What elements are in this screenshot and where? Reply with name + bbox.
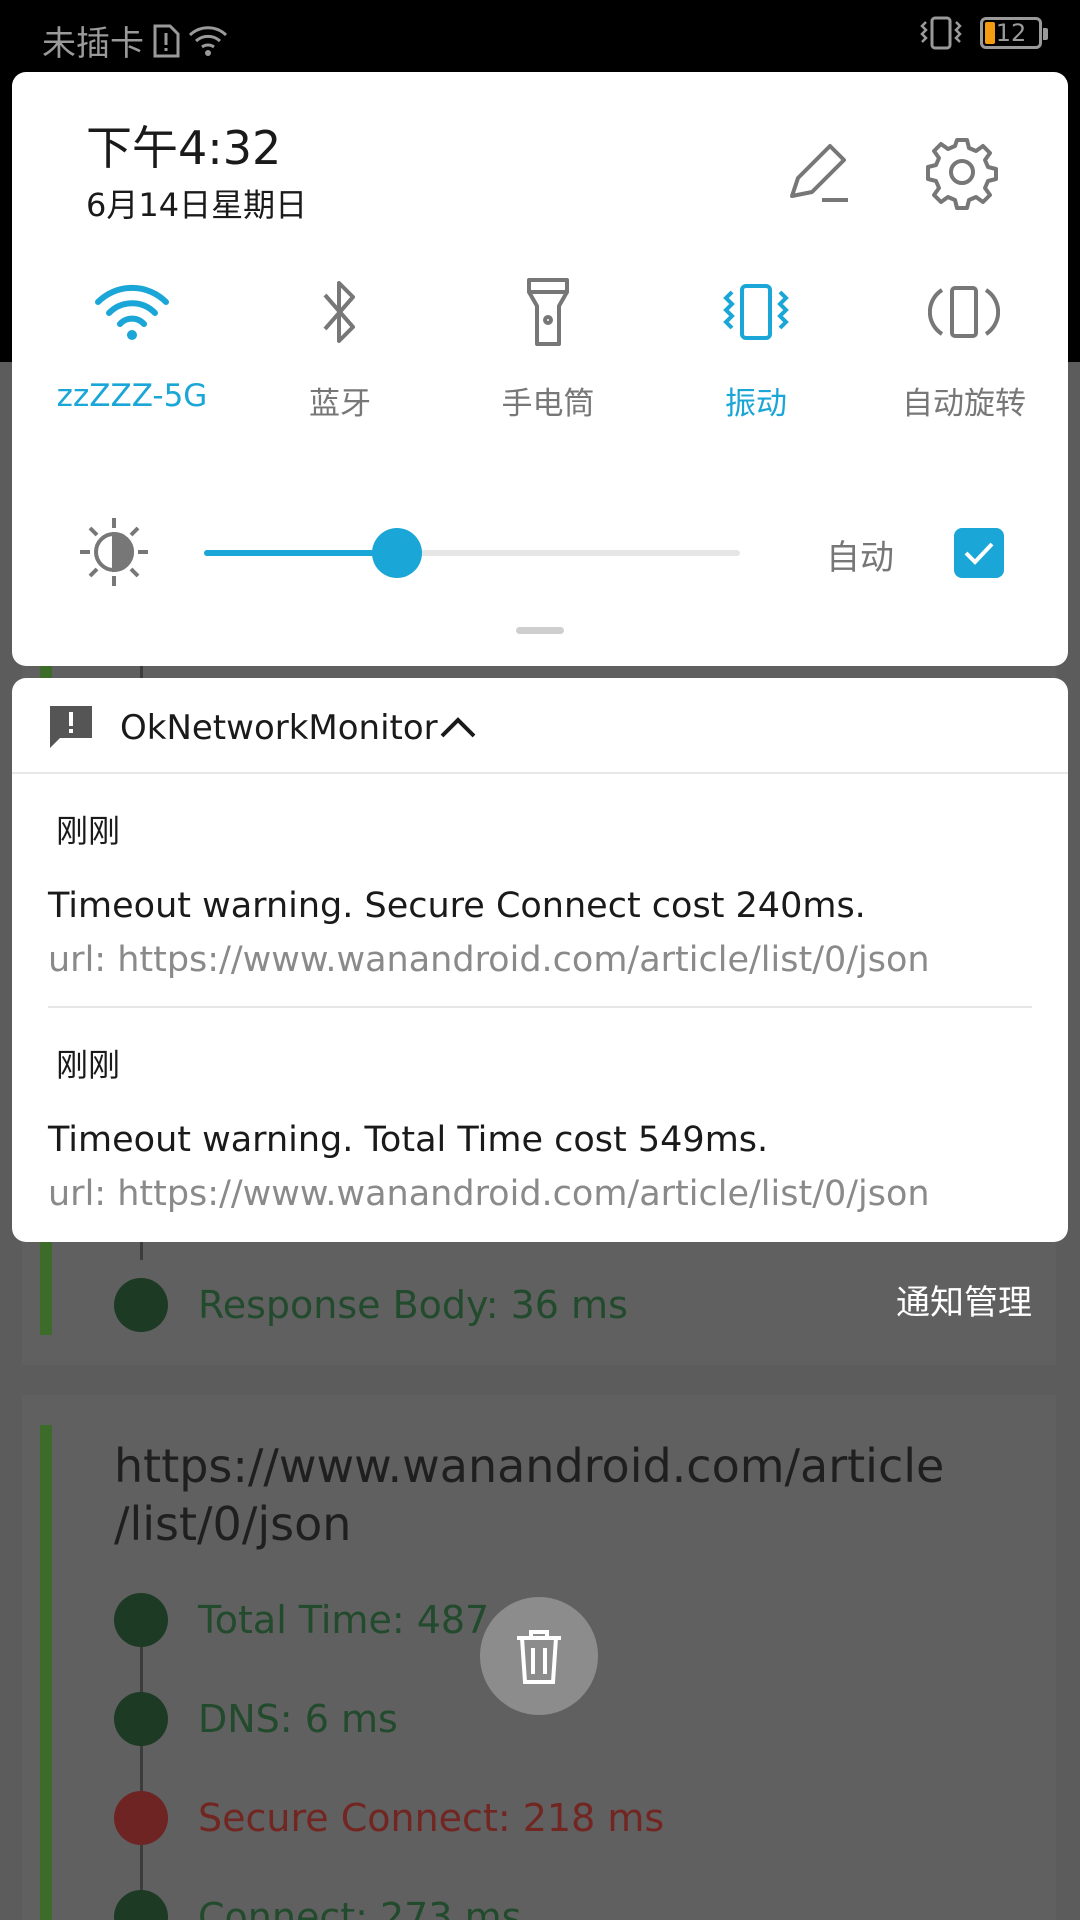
tile-vibrate[interactable]: 振动 xyxy=(656,272,856,423)
notification-item[interactable]: 刚刚 Timeout warning. Secure Connect cost … xyxy=(48,806,1032,980)
rotate-icon xyxy=(928,286,1000,338)
gear-icon[interactable] xyxy=(924,134,1000,210)
check-icon xyxy=(964,542,994,565)
alert-message-icon xyxy=(50,706,92,748)
vibrate-icon xyxy=(723,284,789,340)
brightness-slider-thumb[interactable] xyxy=(371,528,422,578)
tile-auto-rotate[interactable]: 自动旋转 xyxy=(864,272,1064,423)
wifi-icon xyxy=(95,284,169,340)
clock-date: 6月14日星期日 xyxy=(86,186,308,224)
notification-time: 刚刚 xyxy=(56,1046,121,1084)
quick-settings-panel: 下午4:32 6月14日星期日 zzZZZ-5G 蓝牙 手电筒 振动 自动旋转 … xyxy=(12,72,1068,666)
timing-step-slow: Secure Connect: 218 ms xyxy=(114,1791,664,1845)
tile-flashlight[interactable]: 手电筒 xyxy=(448,272,648,423)
chevron-up-icon[interactable] xyxy=(438,712,478,742)
wifi-icon xyxy=(188,25,228,56)
brightness-slider[interactable] xyxy=(204,528,740,578)
bluetooth-icon xyxy=(323,281,355,343)
trash-icon xyxy=(517,1630,561,1684)
request-url: https://www.wanandroid.com/article /list… xyxy=(114,1439,945,1551)
battery-level: 12 xyxy=(995,19,1027,47)
delete-fab[interactable] xyxy=(480,1597,598,1715)
notification-card[interactable]: OkNetworkMonitor 刚刚 Timeout warning. Sec… xyxy=(12,678,1068,1242)
vibrate-icon xyxy=(920,16,962,50)
tile-bluetooth[interactable]: 蓝牙 xyxy=(240,272,440,423)
timing-step: Response Body: 36 ms xyxy=(114,1278,628,1332)
pencil-icon[interactable] xyxy=(784,138,854,208)
brightness-row: 自动 xyxy=(12,512,1068,592)
brightness-icon xyxy=(80,518,148,586)
tile-label: 手电筒 xyxy=(501,386,595,422)
flashlight-icon xyxy=(527,278,569,346)
sim-alert-icon xyxy=(153,24,180,57)
clock-time: 下午4:32 xyxy=(86,121,282,175)
tile-label: 蓝牙 xyxy=(309,386,371,422)
timing-step: DNS: 6 ms xyxy=(114,1692,398,1746)
timing-step: Connect: 273 ms xyxy=(114,1890,521,1920)
tile-label: zzZZZ-5G xyxy=(56,378,208,414)
status-bar: 未插卡 12 xyxy=(0,0,1080,72)
notification-text: url: https://www.wanandroid.com/article/… xyxy=(48,940,930,980)
notification-manage-link[interactable]: 通知管理 xyxy=(896,1275,1032,1324)
panel-drag-handle[interactable] xyxy=(516,627,564,634)
tile-label: 自动旋转 xyxy=(902,386,1026,422)
divider xyxy=(48,1006,1032,1008)
auto-brightness-label: 自动 xyxy=(826,538,894,578)
carrier-text: 未插卡 xyxy=(42,24,144,64)
quick-tiles: zzZZZ-5G 蓝牙 手电筒 振动 自动旋转 xyxy=(12,272,1068,432)
timing-step-label: Response Body: 36 ms xyxy=(198,1283,628,1327)
battery-icon: 12 xyxy=(980,17,1048,49)
tile-wifi[interactable]: zzZZZ-5G xyxy=(32,272,232,414)
notification-title: Timeout warning. Total Time cost 549ms. xyxy=(48,1120,769,1160)
notification-item[interactable]: 刚刚 Timeout warning. Total Time cost 549m… xyxy=(48,1040,1032,1214)
notification-app-name: OkNetworkMonitor xyxy=(120,708,438,748)
auto-brightness-checkbox[interactable] xyxy=(954,528,1004,578)
notification-text: url: https://www.wanandroid.com/article/… xyxy=(48,1174,930,1214)
tile-label: 振动 xyxy=(725,386,787,422)
notification-title: Timeout warning. Secure Connect cost 240… xyxy=(48,886,866,926)
notification-header[interactable]: OkNetworkMonitor xyxy=(12,678,1068,774)
notification-time: 刚刚 xyxy=(56,812,121,850)
